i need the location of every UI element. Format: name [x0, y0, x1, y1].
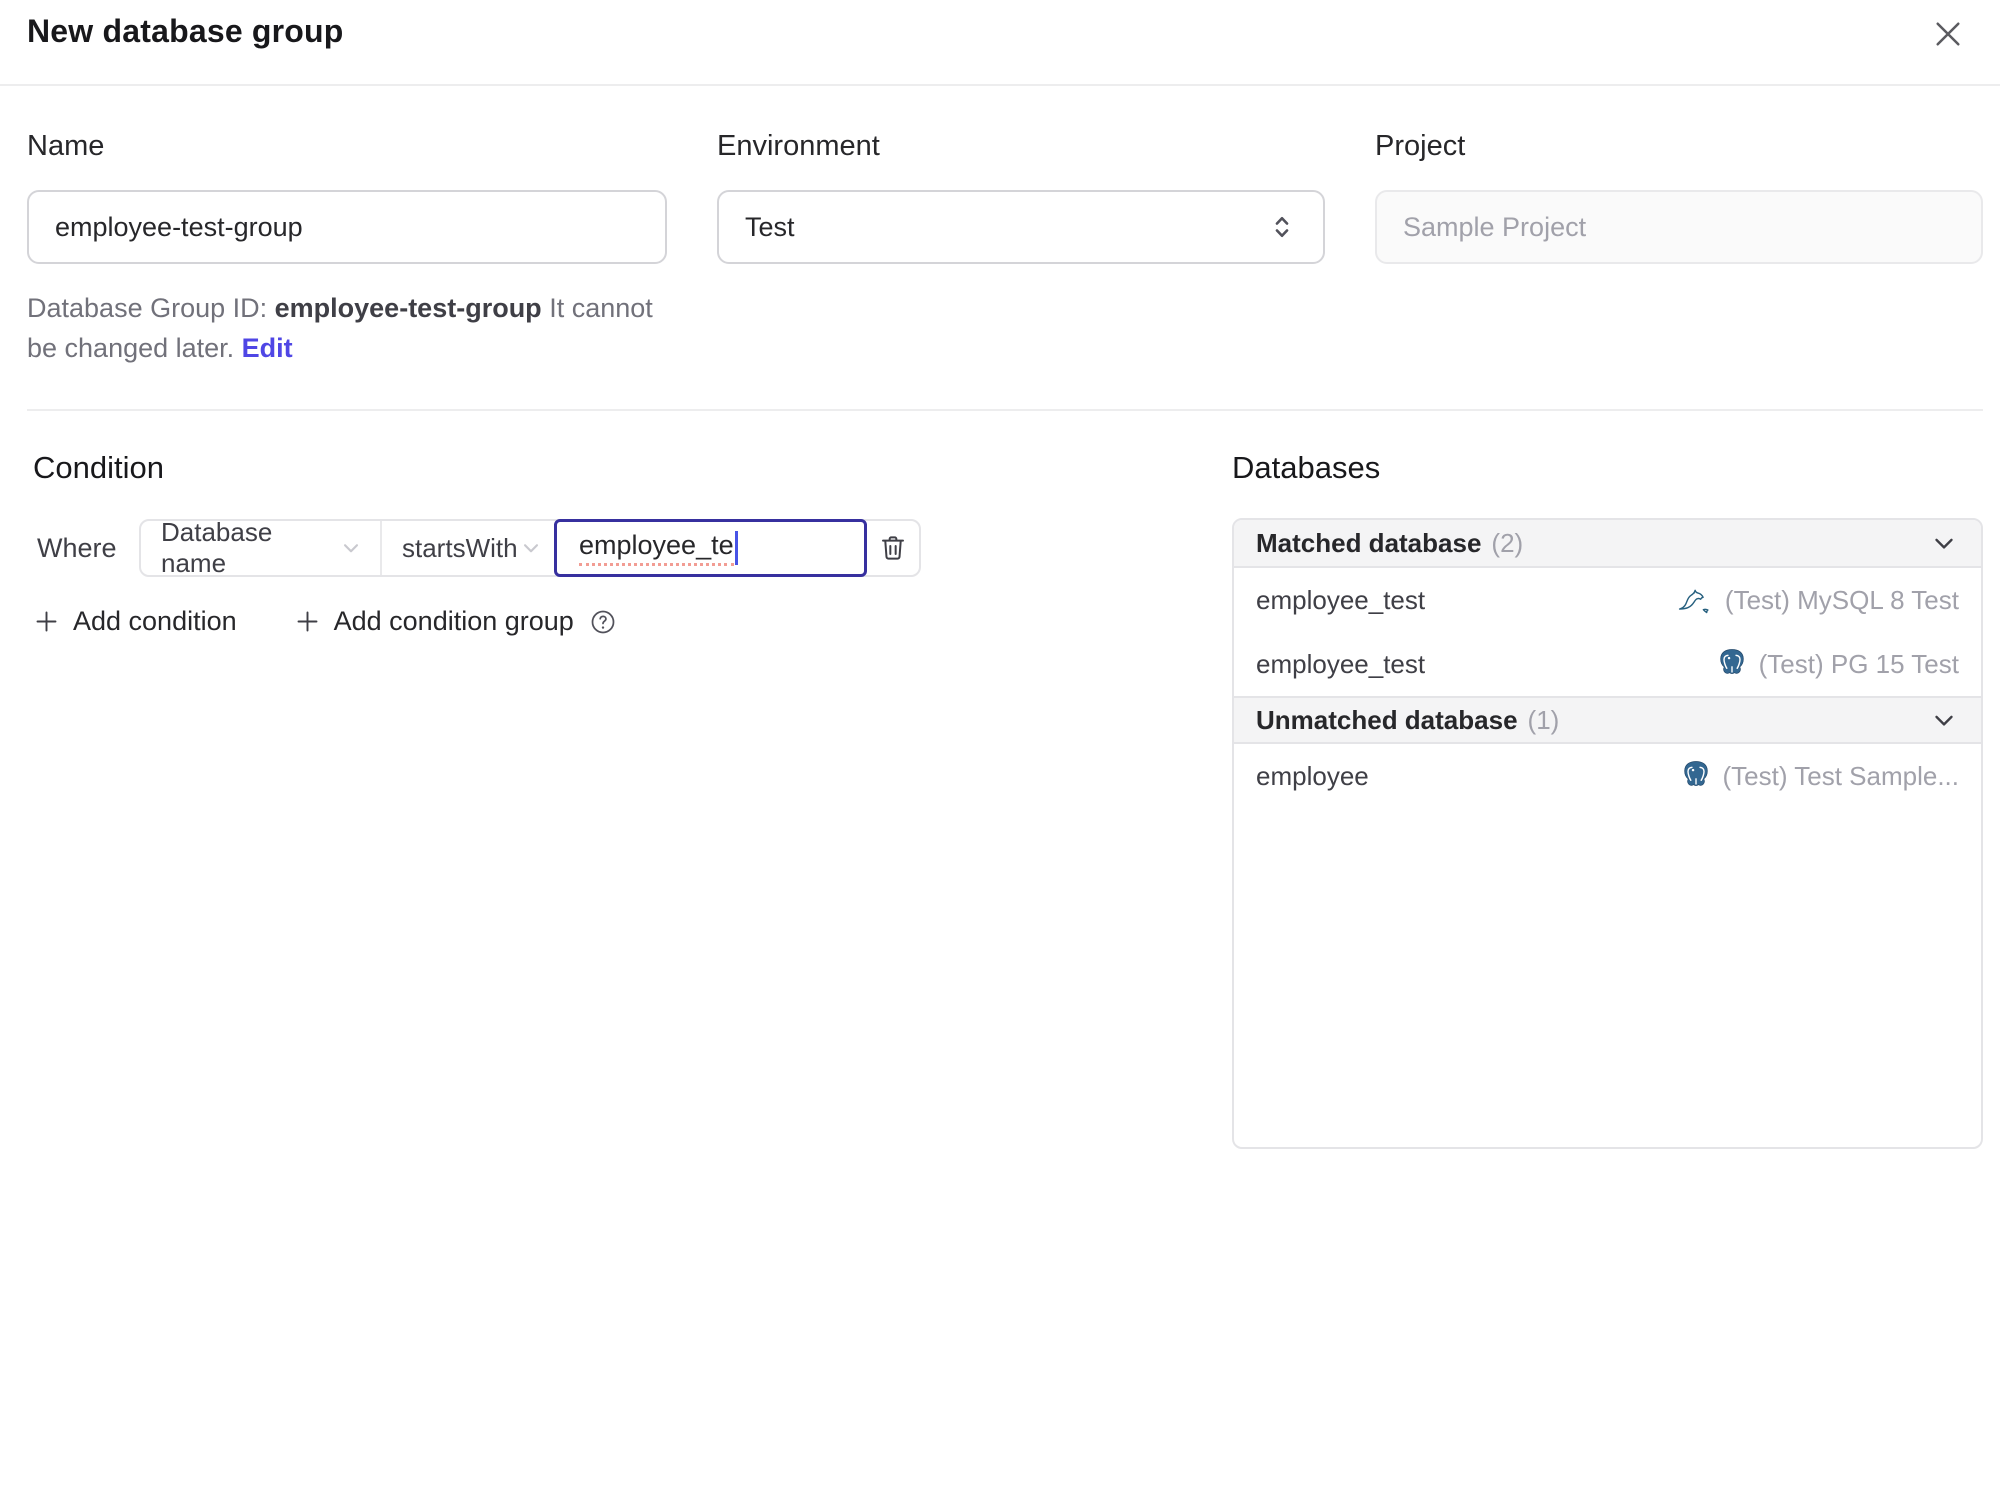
- close-icon: [1929, 15, 1967, 53]
- dialog-title: New database group: [27, 13, 344, 49]
- database-name: employee_test: [1256, 648, 1426, 679]
- databases-panel: Matched database (2) employee_test (Test…: [1232, 518, 1983, 1149]
- database-instance-label: (Test) MySQL 8 Test: [1724, 584, 1959, 615]
- condition-value-text: employee_te: [579, 530, 734, 566]
- database-row[interactable]: employee_test (Test) PG 15 Test: [1234, 632, 1981, 696]
- delete-condition-button[interactable]: [867, 521, 919, 575]
- project-input-value: Sample Project: [1403, 211, 1587, 242]
- database-row[interactable]: employee_test (Test) MySQL 8 Test: [1234, 568, 1981, 632]
- group-form: Name employee-test-group Database Group …: [27, 128, 1983, 368]
- database-name: employee_test: [1256, 584, 1426, 615]
- chevron-down-icon: [1929, 528, 1959, 558]
- text-cursor: [734, 531, 738, 565]
- unmatched-database-header[interactable]: Unmatched database (1): [1234, 696, 1981, 744]
- matched-database-list: employee_test (Test) MySQL 8 Test employ…: [1234, 568, 1981, 696]
- unmatched-database-count: (1): [1527, 704, 1560, 735]
- project-field-column: Project Sample Project: [1375, 128, 1983, 368]
- environment-field-column: Environment Test: [717, 128, 1325, 368]
- unmatched-database-title: Unmatched database: [1256, 704, 1518, 735]
- add-condition-button[interactable]: Add condition: [33, 606, 237, 637]
- condition-value-input[interactable]: employee_te: [554, 519, 867, 577]
- environment-label: Environment: [717, 130, 880, 162]
- plus-icon: [294, 608, 321, 635]
- chevron-down-icon: [338, 535, 364, 561]
- database-instance-label: (Test) PG 15 Test: [1758, 648, 1959, 679]
- database-instance: (Test) Test Sample...: [1681, 760, 1960, 792]
- matched-database-header[interactable]: Matched database (2): [1234, 520, 1981, 568]
- mysql-icon: [1677, 585, 1713, 615]
- project-input: Sample Project: [1375, 190, 1983, 264]
- trash-icon: [877, 532, 909, 564]
- project-label: Project: [1375, 130, 1466, 162]
- group-id-value: employee-test-group: [274, 293, 542, 323]
- name-field-column: Name employee-test-group Database Group …: [27, 128, 667, 368]
- database-instance: (Test) PG 15 Test: [1717, 648, 1959, 680]
- condition-heading: Condition: [33, 450, 164, 485]
- chevron-up-down-icon: [1267, 212, 1297, 242]
- unmatched-database-list: employee (Test) Test Sample...: [1234, 744, 1981, 808]
- condition-operator-select[interactable]: startsWith: [382, 521, 554, 575]
- group-id-helper: Database Group ID: employee-test-group I…: [27, 288, 667, 368]
- section-divider: [27, 409, 1983, 411]
- database-instance-label: (Test) Test Sample...: [1722, 760, 1960, 791]
- database-instance: (Test) MySQL 8 Test: [1677, 585, 1959, 616]
- database-row[interactable]: employee (Test) Test Sample...: [1234, 744, 1981, 808]
- databases-heading: Databases: [1232, 450, 1381, 485]
- condition-expression-group: Database name startsWith employee_te: [139, 517, 921, 578]
- add-condition-group-button[interactable]: Add condition group: [294, 606, 574, 637]
- condition-factor-value: Database name: [161, 517, 273, 578]
- condition-row: Where Database name startsWith employee_…: [27, 517, 967, 578]
- add-condition-label: Add condition: [73, 606, 237, 636]
- condition-section: Condition Where Database name startsWith…: [27, 448, 967, 637]
- matched-database-title: Matched database: [1256, 527, 1482, 558]
- chevron-down-icon: [1929, 705, 1959, 735]
- postgres-icon: [1717, 648, 1747, 680]
- new-database-group-dialog: { "dialog": { "title": "New database gro…: [0, 0, 2000, 1500]
- help-icon[interactable]: [589, 608, 617, 636]
- plus-icon: [33, 608, 60, 635]
- database-name: employee: [1256, 760, 1369, 791]
- postgres-icon: [1681, 760, 1711, 792]
- close-button[interactable]: [1926, 12, 1970, 56]
- name-input-value: employee-test-group: [55, 211, 303, 242]
- condition-operator-value: startsWith: [402, 532, 518, 563]
- name-label: Name: [27, 130, 105, 162]
- environment-select[interactable]: Test: [717, 190, 1325, 264]
- name-input[interactable]: employee-test-group: [27, 190, 667, 264]
- dialog-header: New database group: [0, 0, 2000, 86]
- condition-factor-select[interactable]: Database name: [141, 517, 382, 578]
- edit-id-link[interactable]: Edit: [242, 333, 293, 363]
- where-label: Where: [37, 532, 117, 563]
- matched-database-count: (2): [1491, 527, 1524, 558]
- chevron-down-icon: [518, 535, 544, 561]
- condition-actions: Add condition Add condition group: [33, 606, 967, 637]
- add-condition-group-label: Add condition group: [333, 606, 574, 636]
- environment-select-value: Test: [745, 211, 795, 242]
- databases-section: Databases Matched database (2) employee_…: [1232, 448, 1983, 1149]
- group-id-helper-prefix: Database Group ID:: [27, 293, 275, 323]
